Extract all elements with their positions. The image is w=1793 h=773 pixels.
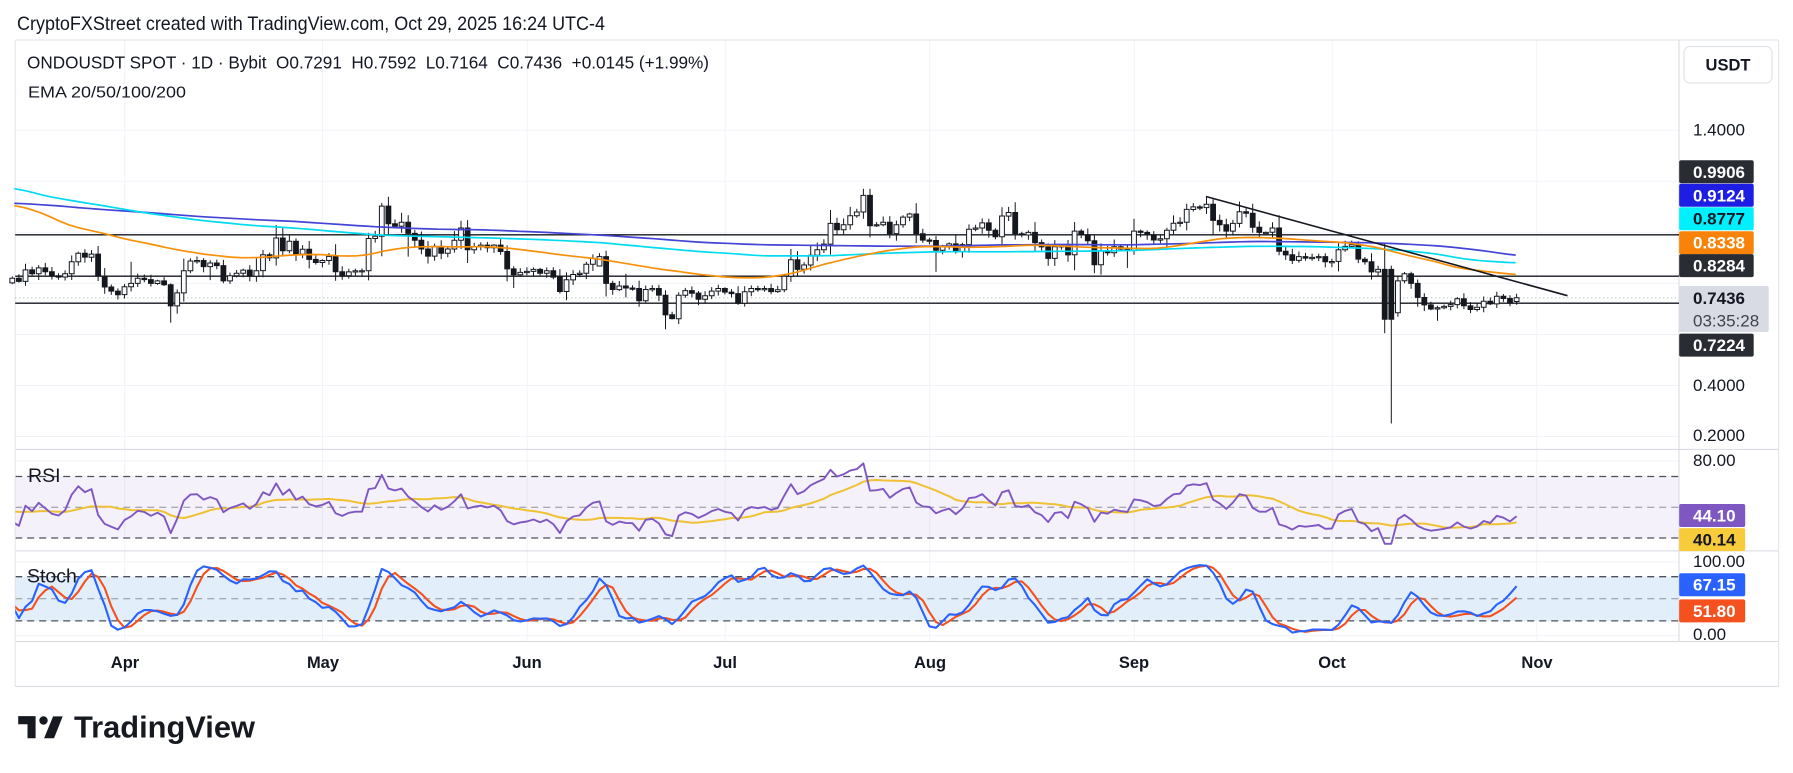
svg-text:40.14: 40.14 (1693, 531, 1736, 550)
svg-text:EMA 20/50/100/200: EMA 20/50/100/200 (28, 85, 186, 102)
svg-text:0.9906: 0.9906 (1693, 163, 1745, 182)
svg-text:TradingView: TradingView (74, 711, 255, 745)
svg-text:0.8284: 0.8284 (1693, 257, 1746, 276)
svg-text:67.15: 67.15 (1693, 576, 1736, 595)
svg-text:1.4000: 1.4000 (1693, 121, 1745, 140)
svg-text:Oct: Oct (1318, 654, 1346, 672)
svg-text:80.00: 80.00 (1693, 451, 1736, 470)
svg-text:Apr: Apr (111, 654, 140, 672)
svg-text:0.4000: 0.4000 (1693, 376, 1745, 395)
svg-text:Jun: Jun (512, 654, 541, 672)
svg-text:Sep: Sep (1119, 654, 1149, 672)
svg-text:0.9124: 0.9124 (1693, 186, 1746, 205)
svg-text:CryptoFXStreet created with Tr: CryptoFXStreet created with TradingView.… (17, 13, 605, 35)
svg-text:0.2000: 0.2000 (1693, 426, 1745, 445)
svg-text:ONDOUSDT SPOT · 1D · Bybit O0: ONDOUSDT SPOT · 1D · Bybit O0.7291 H0.75… (27, 53, 709, 73)
svg-text:RSI: RSI (28, 465, 61, 487)
svg-text:0.7224: 0.7224 (1693, 336, 1746, 355)
svg-text:May: May (307, 654, 340, 672)
svg-text:51.80: 51.80 (1693, 602, 1736, 621)
svg-text:44.10: 44.10 (1693, 507, 1736, 526)
svg-text:Stoch: Stoch (27, 566, 77, 588)
svg-text:USDT: USDT (1706, 57, 1751, 75)
svg-text:Jul: Jul (713, 654, 737, 672)
svg-text:100.00: 100.00 (1693, 552, 1745, 571)
svg-text:0.8777: 0.8777 (1693, 210, 1745, 229)
svg-text:0.7436: 0.7436 (1693, 289, 1745, 308)
svg-text:Aug: Aug (914, 654, 946, 672)
svg-text:03:35:28: 03:35:28 (1693, 312, 1759, 331)
svg-text:0.00: 0.00 (1693, 625, 1726, 644)
svg-text:0.8338: 0.8338 (1693, 234, 1745, 253)
svg-text:Nov: Nov (1521, 654, 1553, 672)
